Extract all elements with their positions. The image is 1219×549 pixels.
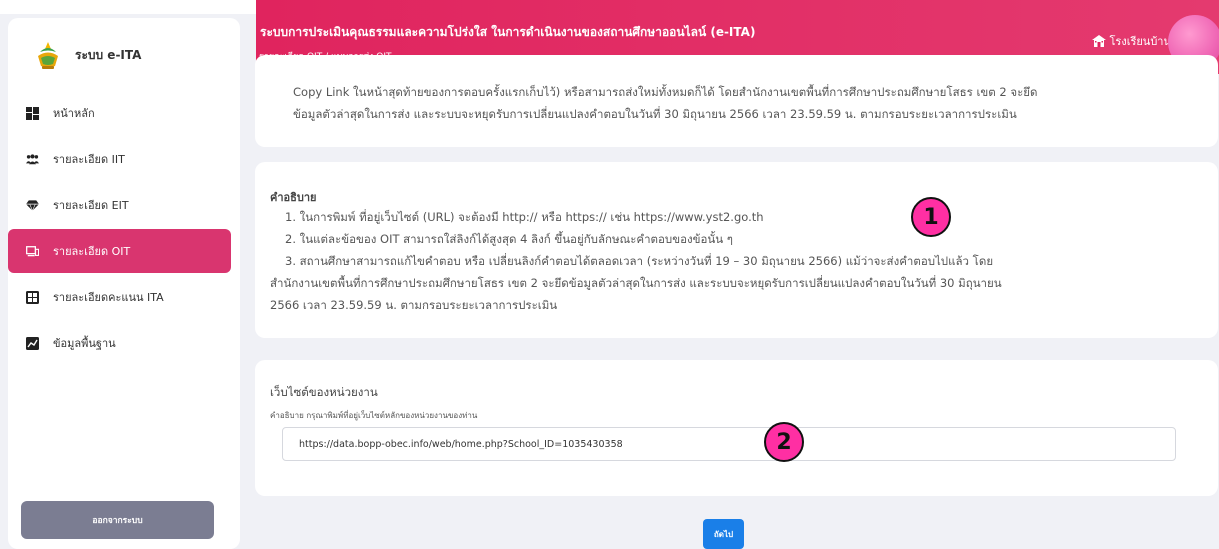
sidebar-item-eit[interactable]: รายละเอียด EIT: [8, 182, 240, 228]
info-line: Copy Link ในหน้าสุดท้ายของการตอบครั้งแรก…: [293, 85, 1038, 99]
gem-icon: [26, 199, 39, 212]
info-card: Copy Link ในหน้าสุดท้ายของการตอบครั้งแรก…: [255, 55, 1218, 147]
sidebar-item-home[interactable]: หน้าหลัก: [8, 90, 240, 136]
users-icon: [26, 153, 39, 166]
sidebar-item-oit[interactable]: รายละเอียด OIT: [8, 229, 231, 273]
info-text: Copy Link ในหน้าสุดท้ายของการตอบครั้งแรก…: [293, 81, 1193, 125]
sidebar-nav: หน้าหลัก รายละเอียด IIT รายละเอียด EIT ร…: [8, 90, 240, 366]
table-icon: [26, 290, 39, 304]
website-card: เว็บไซต์ของหน่วยงาน คำอธิบาย กรุณาพิมพ์ท…: [255, 360, 1218, 496]
sidebar-item-label: รายละเอียด IIT: [53, 153, 125, 166]
sidebar-item-label: หน้าหลัก: [53, 107, 95, 120]
info-line: ข้อมูลตัวล่าสุดในการส่ง และระบบจะหยุดรับ…: [293, 107, 1017, 121]
annotation-marker-1: 1: [911, 197, 951, 237]
sidebar-item-label: รายละเอียด EIT: [53, 199, 129, 212]
sidebar-item-ita-score[interactable]: รายละเอียดคะแนน ITA: [8, 274, 240, 320]
sidebar-item-basic-data[interactable]: ข้อมูลพื้นฐาน: [8, 320, 240, 366]
instructions-title: คำอธิบาย: [270, 191, 317, 204]
school-menu[interactable]: โรงเรียนบ้าน: [1091, 32, 1172, 50]
sidebar-item-label: ข้อมูลพื้นฐาน: [53, 337, 116, 350]
instruction-item: 1. ในการพิมพ์ ที่อยู่เว็บไซต์ (URL) จะต้…: [285, 210, 764, 224]
school-icon: [1091, 35, 1106, 47]
instruction-item: 2566 เวลา 23.59.59 น. ตามกรอบระยะเวลาการ…: [270, 298, 558, 312]
page-title: ระบบการประเมินคุณธรรมและความโปร่งใส ในกา…: [260, 25, 756, 39]
sidebar-item-label: รายละเอียด OIT: [53, 245, 131, 258]
school-name: โรงเรียนบ้าน: [1109, 35, 1172, 48]
logout-button[interactable]: ออกจากระบบ: [21, 501, 214, 539]
website-title: เว็บไซต์ของหน่วยงาน: [270, 385, 378, 399]
dashboard-icon: [26, 106, 39, 120]
brand-title: ระบบ e-ITA: [75, 47, 142, 62]
sidebar-item-iit[interactable]: รายละเอียด IIT: [8, 136, 240, 182]
website-description: คำอธิบาย กรุณาพิมพ์ที่อยู่เว็บไซต์หลักขอ…: [270, 411, 478, 420]
instruction-item: สำนักงานเขตพื้นที่การศึกษาประถมศึกษายโสธ…: [270, 276, 1002, 290]
next-button[interactable]: ถัดไป: [703, 519, 744, 549]
website-url-input[interactable]: [282, 427, 1176, 461]
chart-icon: [26, 336, 39, 350]
sidebar: ระบบ e-ITA หน้าหลัก รายละเอียด IIT รายละ…: [8, 18, 240, 549]
logo-icon: [35, 40, 61, 70]
instruction-item: 2. ในแต่ละข้อของ OIT สามารถใส่ลิงก์ได้สู…: [285, 232, 733, 246]
monitor-icon: [26, 245, 39, 258]
instructions-card: คำอธิบาย 1. ในการพิมพ์ ที่อยู่เว็บไซต์ (…: [255, 162, 1218, 338]
sidebar-item-label: รายละเอียดคะแนน ITA: [53, 291, 164, 304]
brand[interactable]: ระบบ e-ITA: [35, 40, 141, 70]
instruction-item: 3. สถานศึกษาสามารถแก้ไขคำตอบ หรือ เปลี่ย…: [285, 254, 994, 268]
instructions-list: 1. ในการพิมพ์ ที่อยู่เว็บไซต์ (URL) จะต้…: [270, 206, 1210, 316]
annotation-marker-2: 2: [764, 422, 804, 462]
